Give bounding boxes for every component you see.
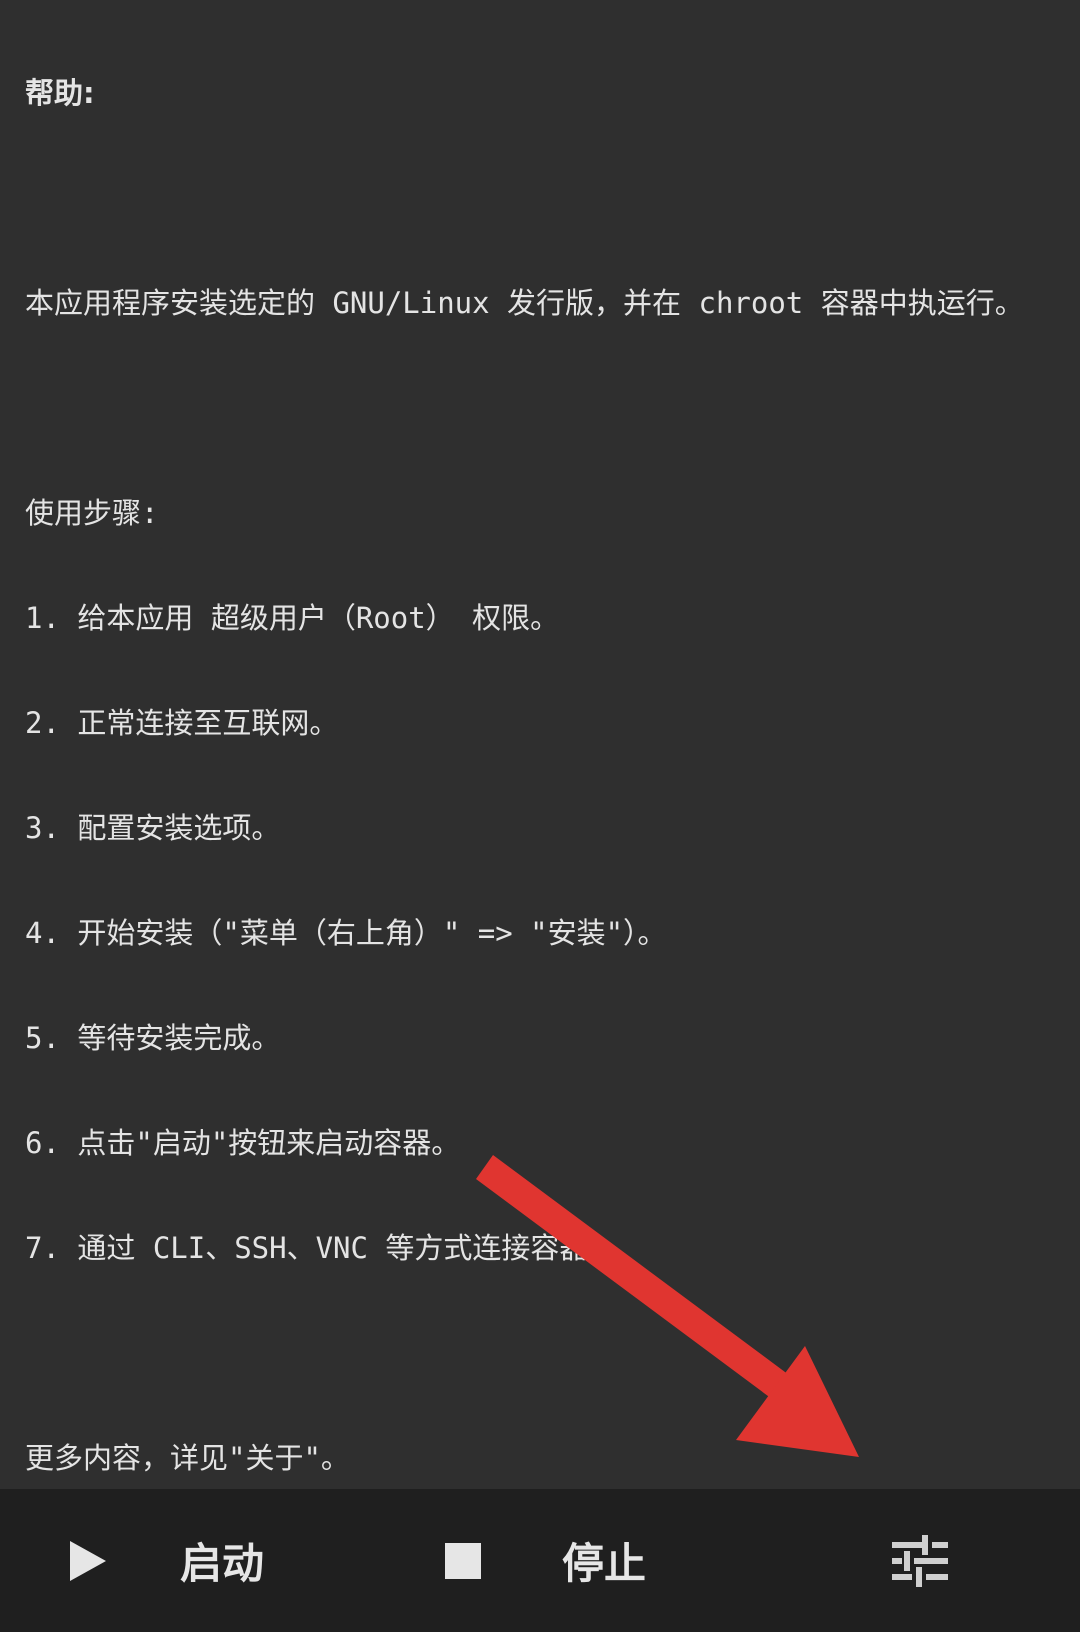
help-intro: 本应用程序安装选定的 GNU/Linux 发行版，并在 chroot 容器中执运… [25,286,1024,320]
start-button[interactable]: 启动 [68,1489,308,1632]
help-text: 帮助: 本应用程序安装选定的 GNU/Linux 发行版，并在 chroot 容… [25,6,1065,1486]
play-icon [70,1540,106,1581]
step-5: 5. 等待安装完成。 [25,1021,281,1055]
help-title: 帮助: [25,76,95,110]
stop-icon [445,1542,481,1579]
settings-button[interactable] [880,1489,960,1632]
step-7: 7. 通过 CLI、SSH、VNC 等方式连接容器。 [25,1231,618,1265]
step-6: 6. 点击"启动"按钮来启动容器。 [25,1126,461,1160]
step-1: 1. 给本应用 超级用户（Root） 权限。 [25,601,560,635]
help-more: 更多内容，详见"关于"。 [25,1441,350,1475]
stop-button[interactable]: 停止 [444,1489,684,1632]
steps-heading: 使用步骤: [25,496,159,530]
start-label: 启动 [180,1539,265,1588]
bottom-toolbar: 启动 停止 [0,1489,1080,1632]
step-2: 2. 正常连接至互联网。 [25,706,339,740]
step-4: 4. 开始安装（"菜单（右上角）" => "安装"）。 [25,916,667,950]
stop-label: 停止 [562,1539,647,1588]
tune-icon [892,1534,948,1587]
step-3: 3. 配置安装选项。 [25,811,281,845]
